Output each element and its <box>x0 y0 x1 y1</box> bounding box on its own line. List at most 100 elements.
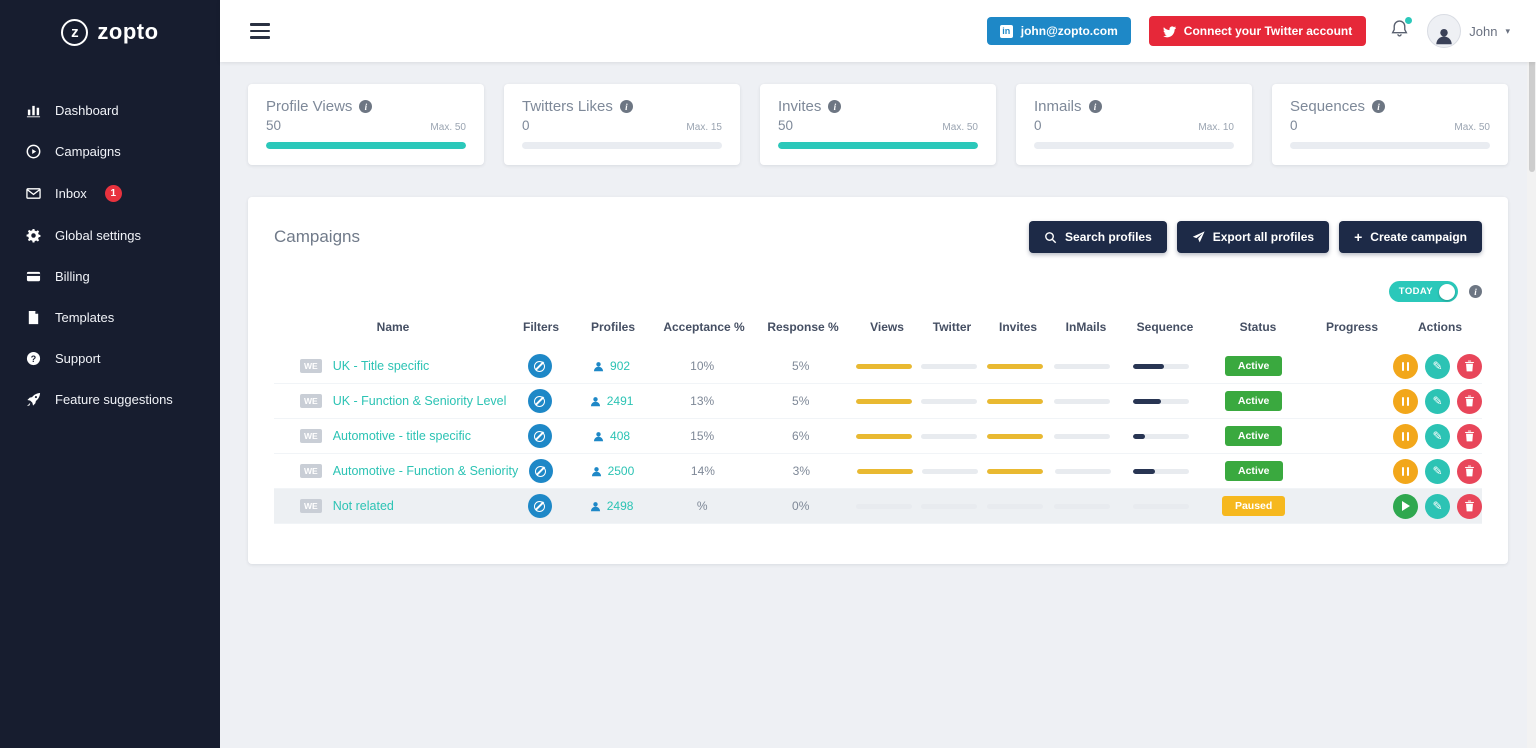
info-icon[interactable]: i <box>1088 100 1102 113</box>
zopto-logo[interactable]: z zopto <box>0 0 220 64</box>
column-header[interactable]: InMails <box>1052 320 1120 334</box>
actions-cell: ✎ <box>1392 493 1482 519</box>
delete-button[interactable] <box>1456 353 1482 379</box>
filters-cell <box>512 459 570 483</box>
campaign-name-link[interactable]: UK - Function & Seniority Level <box>333 394 507 408</box>
acceptance-value: 13% <box>690 394 715 408</box>
profiles-count[interactable]: 2491 <box>607 394 634 408</box>
response-value: 0% <box>792 499 810 513</box>
stat-card: Inmails i 0 Max. 10 <box>1016 84 1252 165</box>
filters-cell <box>511 354 569 378</box>
pause-button[interactable] <box>1392 458 1418 484</box>
column-header[interactable]: Twitter <box>920 320 984 334</box>
invites-bar-fill <box>986 363 1043 369</box>
column-header[interactable]: Actions <box>1398 320 1482 334</box>
column-header[interactable]: Response % <box>752 320 854 334</box>
views-bar <box>856 433 913 439</box>
pause-button[interactable] <box>1392 423 1418 449</box>
filter-button[interactable] <box>527 354 552 378</box>
column-header[interactable]: Name <box>274 320 512 334</box>
name-cell: WE Automotive - title specific <box>274 428 511 444</box>
connect-twitter-button[interactable]: Connect your Twitter account <box>1148 16 1367 46</box>
info-icon[interactable]: i <box>619 100 633 113</box>
profiles-count[interactable]: 2500 <box>608 464 635 478</box>
stat-card-header: Sequences i <box>1290 98 1490 115</box>
profiles-cell: 408 <box>569 429 655 443</box>
profiles-count[interactable]: 902 <box>610 359 630 373</box>
trash-icon <box>1465 395 1474 407</box>
info-icon[interactable]: i <box>1469 285 1482 298</box>
sidebar-item-support[interactable]: ? Support <box>0 338 220 379</box>
campaign-name-link[interactable]: UK - Title specific <box>333 359 430 373</box>
response-value: 5% <box>792 394 810 408</box>
filter-button[interactable] <box>528 459 553 483</box>
campaign-name-link[interactable]: Automotive - Function & Seniority <box>333 464 519 478</box>
delete-button[interactable] <box>1456 388 1482 414</box>
delete-button[interactable] <box>1456 423 1482 449</box>
filter-button[interactable] <box>527 424 552 448</box>
column-header[interactable]: Acceptance % <box>656 320 752 334</box>
pause-button[interactable] <box>1392 353 1418 379</box>
stat-card: Invites i 50 Max. 50 <box>760 84 996 165</box>
edit-button[interactable]: ✎ <box>1424 388 1450 414</box>
edit-button[interactable]: ✎ <box>1424 458 1450 484</box>
today-toggle[interactable]: TODAY <box>1388 281 1458 302</box>
table-row: WE Not related 2498 % 0% Paused ✎ <box>274 489 1482 524</box>
filter-button[interactable] <box>527 494 552 518</box>
export-profiles-button[interactable]: Export all profiles <box>1176 221 1330 253</box>
inmails-cell <box>1049 363 1117 369</box>
edit-button[interactable]: ✎ <box>1424 493 1450 519</box>
play-button[interactable] <box>1392 493 1418 519</box>
sequence-bar-fill <box>1133 433 1146 439</box>
name-cell: WE UK - Title specific <box>274 358 511 374</box>
stat-values: 0 Max. 10 <box>1034 118 1234 133</box>
table-row: WE UK - Function & Seniority Level 2491 … <box>274 384 1482 419</box>
edit-button[interactable]: ✎ <box>1424 423 1450 449</box>
person-icon <box>1436 28 1452 45</box>
linkedin-account-badge[interactable]: in john@zopto.com <box>986 17 1131 45</box>
create-campaign-button[interactable]: + Create campaign <box>1339 221 1482 253</box>
svg-text:?: ? <box>31 354 36 364</box>
table-row: WE UK - Title specific 902 10% 5% Active <box>274 349 1482 384</box>
sidebar-item-inbox[interactable]: Inbox 1 <box>0 172 220 215</box>
search-profiles-button[interactable]: Search profiles <box>1029 221 1167 253</box>
column-header[interactable]: Profiles <box>570 320 656 334</box>
delete-button[interactable] <box>1456 493 1482 519</box>
column-header[interactable]: Invites <box>984 320 1052 334</box>
inmails-cell <box>1049 398 1117 404</box>
column-header[interactable]: Progress <box>1306 320 1398 334</box>
sidebar-item-feature-suggestions[interactable]: Feature suggestions <box>0 379 220 420</box>
sidebar-item-dashboard[interactable]: Dashboard <box>0 90 220 131</box>
filters-cell <box>511 424 569 448</box>
profiles-count[interactable]: 408 <box>610 429 630 443</box>
sidebar-item-label: Templates <box>55 310 115 325</box>
paper-plane-icon <box>1192 230 1205 242</box>
sidebar-item-campaigns[interactable]: Campaigns <box>0 131 220 172</box>
campaign-name-link[interactable]: Automotive - title specific <box>333 429 471 443</box>
invites-cell <box>981 363 1049 369</box>
campaign-name-link[interactable]: Not related <box>333 499 394 513</box>
scrollbar[interactable] <box>1527 0 1536 748</box>
filter-button[interactable] <box>527 389 552 413</box>
column-header[interactable]: Views <box>854 320 920 334</box>
info-icon[interactable]: i <box>828 100 842 113</box>
notifications-button[interactable] <box>1390 17 1413 43</box>
column-header[interactable]: Filters <box>512 320 570 334</box>
user-menu[interactable]: John ▾ <box>1427 14 1510 48</box>
play-circle-icon <box>26 144 41 159</box>
delete-button[interactable] <box>1456 458 1482 484</box>
sidebar-item-billing[interactable]: Billing <box>0 256 220 297</box>
pause-button[interactable] <box>1392 388 1418 414</box>
profiles-count[interactable]: 2498 <box>607 499 634 513</box>
column-header[interactable]: Status <box>1210 320 1306 334</box>
info-icon[interactable]: i <box>359 100 373 113</box>
info-icon[interactable]: i <box>1372 100 1386 113</box>
menu-toggle-button[interactable] <box>246 19 274 43</box>
views-cell <box>851 363 917 369</box>
edit-button[interactable]: ✎ <box>1424 353 1450 379</box>
sidebar-item-global-settings[interactable]: Global settings <box>0 215 220 256</box>
column-header[interactable]: Sequence <box>1120 320 1210 334</box>
topbar-right: in john@zopto.com Connect your Twitter a… <box>986 14 1510 48</box>
sidebar-item-templates[interactable]: Templates <box>0 297 220 338</box>
profiles-cell: 2498 <box>569 499 655 513</box>
